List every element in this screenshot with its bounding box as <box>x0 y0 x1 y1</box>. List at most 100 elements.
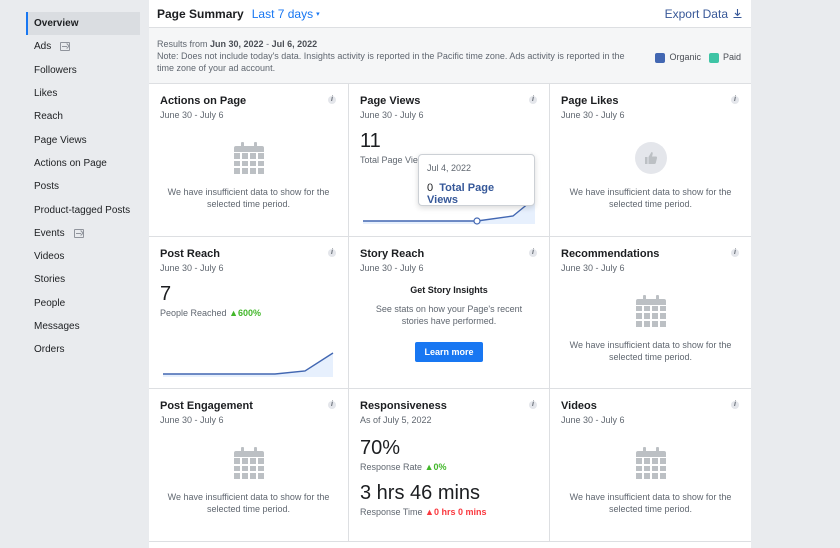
card-title: Page Views <box>360 95 421 107</box>
empty-state: We have insufficient data to show for th… <box>550 142 751 210</box>
card-post-reach[interactable]: Post Reach June 30 - July 6 i 7 People R… <box>149 236 349 389</box>
sidebar-item-product-tagged-posts[interactable]: Product-tagged Posts <box>26 198 140 221</box>
card-videos[interactable]: Videos June 30 - July 6 i We have insuff… <box>550 389 751 542</box>
sidebar-item-label: Actions on Page <box>34 157 107 169</box>
sidebar-item-overview[interactable]: Overview <box>26 12 140 36</box>
empty-message: We have insufficient data to show for th… <box>569 187 732 209</box>
info-icon[interactable]: i <box>529 96 537 104</box>
info-icon[interactable]: i <box>731 401 739 409</box>
sidebar-item-label: Events <box>34 227 65 239</box>
sidebar-item-ads[interactable]: Ads <box>26 35 140 58</box>
card-recommendations[interactable]: Recommendations June 30 - July 6 i We ha… <box>550 237 751 389</box>
page-title: Page Summary <box>157 6 244 21</box>
info-icon[interactable]: i <box>328 96 336 104</box>
sidebar-item-actions-on-page[interactable]: Actions on Page <box>26 152 140 175</box>
calendar-icon <box>635 447 666 479</box>
sidebar-item-likes[interactable]: Likes <box>26 82 140 105</box>
sidebar-item-label: Product-tagged Posts <box>34 204 131 216</box>
sidebar-item-videos[interactable]: Videos <box>26 245 140 268</box>
story-insights-cta: Get Story Insights See stats on how your… <box>349 285 549 362</box>
sidebar-item-label: Page Views <box>34 134 87 146</box>
card-date: June 30 - July 6 <box>360 110 424 120</box>
card-responsiveness[interactable]: Responsiveness As of July 5, 2022 i 70% … <box>349 389 550 542</box>
card-title: Post Reach <box>160 247 220 260</box>
empty-state: We have insufficient data to show for th… <box>149 447 348 515</box>
sidebar-item-orders[interactable]: Orders <box>26 338 140 361</box>
date-range-dropdown[interactable]: Last 7 days <box>252 7 313 21</box>
calendar-icon <box>233 447 264 479</box>
empty-state: We have insufficient data to show for th… <box>550 447 751 515</box>
sidebar-item-events[interactable]: Events <box>26 222 140 245</box>
card-page-views[interactable]: Page Views June 30 - July 6 i 11 Total P… <box>349 84 550 237</box>
calendar-icon <box>233 142 264 174</box>
card-date: June 30 - July 6 <box>360 262 424 273</box>
sidebar-item-label: Likes <box>34 88 58 100</box>
card-date: June 30 - July 6 <box>561 415 625 425</box>
sidebar-item-label: Posts <box>34 181 60 193</box>
results-notice: Results from Jun 30, 2022 - Jul 6, 2022 … <box>149 28 751 84</box>
response-time-label: Response Time ▲0 hrs 0 mins <box>360 507 487 517</box>
tooltip-value: 0 Total Page Views <box>427 182 495 206</box>
sidebar-item-people[interactable]: People <box>26 292 140 315</box>
export-data-button[interactable]: Export Data <box>665 7 743 21</box>
card-date: As of July 5, 2022 <box>360 415 432 425</box>
card-title: Recommendations <box>561 247 660 260</box>
response-time-value: 3 hrs 46 mins <box>360 482 481 504</box>
empty-state: We have insufficient data to show for th… <box>149 142 348 210</box>
card-page-likes[interactable]: Page Likes June 30 - July 6 i We have in… <box>550 84 751 237</box>
external-link-icon <box>60 42 71 52</box>
learn-more-button[interactable]: Learn more <box>415 341 483 362</box>
calendar-icon <box>635 294 666 327</box>
card-date: June 30 - July 6 <box>160 110 224 120</box>
card-title: Actions on Page <box>160 95 247 107</box>
legend-paid: Paid <box>708 52 741 63</box>
card-actions-on-page[interactable]: Actions on Page June 30 - July 6 i We ha… <box>149 84 349 237</box>
sidebar-item-label: Reach <box>34 111 63 123</box>
sidebar-item-posts[interactable]: Posts <box>26 175 140 198</box>
export-data-label: Export Data <box>664 6 728 21</box>
card-title: Videos <box>561 400 597 412</box>
card-story-reach[interactable]: Story Reach June 30 - July 6 i Get Story… <box>349 236 550 389</box>
sidebar-item-label: Videos <box>34 251 65 263</box>
story-cta-title: Get Story Insights <box>410 284 488 295</box>
story-cta-description: See stats on how your Page's recent stor… <box>375 303 523 326</box>
post-reach-label: People Reached ▲600% <box>160 307 262 318</box>
empty-message: We have insufficient data to show for th… <box>569 339 732 362</box>
sidebar-item-stories[interactable]: Stories <box>26 268 140 291</box>
empty-state: We have insufficient data to show for th… <box>550 294 751 363</box>
card-title: Page Likes <box>561 95 619 107</box>
sidebar-item-label: People <box>34 297 66 309</box>
card-title: Post Engagement <box>160 400 253 412</box>
results-range: Results from Jun 30, 2022 - Jul 6, 2022 <box>157 39 318 49</box>
card-post-engagement[interactable]: Post Engagement June 30 - July 6 i We ha… <box>149 389 349 542</box>
change-up-indicator: ▲0% <box>424 462 447 472</box>
chart-tooltip: Jul 4, 2022 0 Total Page Views <box>418 154 535 206</box>
info-icon[interactable]: i <box>731 96 739 104</box>
sidebar-item-label: Overview <box>34 18 79 30</box>
empty-message: We have insufficient data to show for th… <box>167 187 330 209</box>
sidebar-item-messages[interactable]: Messages <box>26 315 140 338</box>
sidebar-item-label: Followers <box>34 64 77 76</box>
card-date: June 30 - July 6 <box>160 415 224 425</box>
info-icon[interactable]: i <box>529 248 537 257</box>
caret-down-icon[interactable]: ▾ <box>316 10 320 18</box>
sidebar-item-page-views[interactable]: Page Views <box>26 128 140 151</box>
legend: Organic Paid <box>655 52 741 63</box>
sidebar-item-reach[interactable]: Reach <box>26 105 140 128</box>
response-rate-label: Response Rate ▲0% <box>360 462 447 472</box>
info-icon[interactable]: i <box>731 248 739 257</box>
tooltip-date: Jul 4, 2022 <box>427 163 472 173</box>
sidebar-item-followers[interactable]: Followers <box>26 59 140 82</box>
thumbs-up-icon <box>634 142 667 174</box>
legend-organic: Organic <box>655 52 701 63</box>
response-rate-value: 70% <box>360 437 401 459</box>
sidebar-item-label: Stories <box>34 274 66 286</box>
page-summary-header: Page Summary Last 7 days ▾ Export Data <box>149 0 751 28</box>
card-date: June 30 - July 6 <box>561 110 625 120</box>
info-icon[interactable]: i <box>529 401 537 409</box>
info-icon[interactable]: i <box>328 248 336 257</box>
timezone-note: Note: Does not include today's data. Ins… <box>157 51 625 73</box>
info-icon[interactable]: i <box>328 401 336 409</box>
card-title: Responsiveness <box>360 400 447 412</box>
change-down-indicator: ▲0 hrs 0 mins <box>425 507 487 517</box>
